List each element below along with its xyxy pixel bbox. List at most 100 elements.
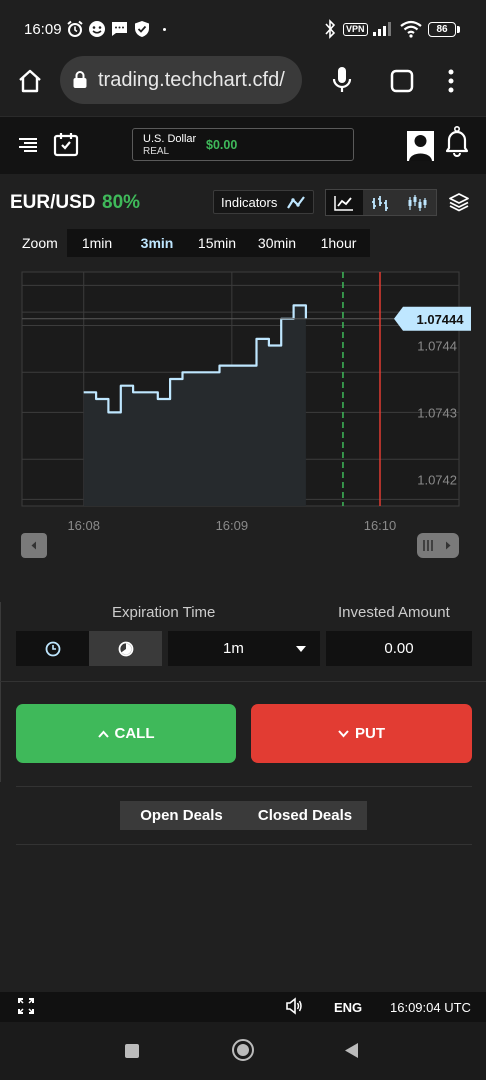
x-tick-label: 16:10 xyxy=(364,518,397,533)
cell-signal-icon xyxy=(373,22,391,36)
x-tick-label: 16:09 xyxy=(216,518,249,533)
y-tick-label: 1.0743 xyxy=(417,405,457,420)
drag-handle-icon xyxy=(423,540,433,551)
bluetooth-icon xyxy=(325,19,336,39)
zoom-options: 1min 3min 15min 30min 1hour xyxy=(67,229,370,257)
indicators-button[interactable]: Indicators xyxy=(213,190,314,214)
chart-type-candles[interactable] xyxy=(399,190,436,215)
tab-open-deals[interactable]: Open Deals xyxy=(120,801,243,830)
deals-tabs: Open Deals Closed Deals xyxy=(120,801,367,830)
tabs-icon[interactable] xyxy=(390,69,414,93)
more-menu-icon[interactable] xyxy=(446,68,456,94)
recents-button[interactable] xyxy=(125,1044,139,1058)
y-tick-label: 1.0742 xyxy=(417,472,457,487)
indicators-label: Indicators xyxy=(221,195,278,210)
back-button[interactable] xyxy=(344,1042,359,1059)
chart-type-selector xyxy=(325,189,437,216)
layers-icon[interactable] xyxy=(448,192,470,212)
expiry-mode-clock[interactable] xyxy=(16,631,89,666)
chart-type-line[interactable] xyxy=(326,190,363,215)
chevron-down-small-icon xyxy=(338,729,349,737)
invested-amount-label: Invested Amount xyxy=(338,604,450,621)
arrow-left-icon xyxy=(31,541,36,550)
zoom-option-1hour[interactable]: 1hour xyxy=(307,229,370,257)
zoom-option-15min[interactable]: 15min xyxy=(187,229,247,257)
lock-icon xyxy=(73,71,87,88)
vpn-badge: VPN xyxy=(343,23,368,36)
trading-panel: EUR/USD 80% Indicators Zoom 1min 3min 15… xyxy=(0,174,486,992)
account-balance: $0.00 xyxy=(206,138,238,152)
wifi-icon xyxy=(400,20,422,38)
section-divider xyxy=(0,681,486,682)
call-button[interactable]: CALL xyxy=(16,704,236,763)
chart-scroll-handle[interactable] xyxy=(417,533,459,558)
current-price-label: 1.07444 xyxy=(417,312,465,327)
deals-divider-bottom xyxy=(16,844,472,845)
battery-tip xyxy=(457,26,460,33)
user-icon xyxy=(409,135,432,161)
deals-divider-top xyxy=(16,786,472,787)
account-type: REAL xyxy=(143,146,170,157)
duration-select[interactable]: 1m xyxy=(168,631,320,666)
bell-icon[interactable] xyxy=(446,126,468,158)
browser-toolbar: trading.techchart.cfd/ xyxy=(0,56,486,116)
account-selector[interactable]: U.S. Dollar REAL $0.00 xyxy=(132,128,354,161)
duration-value: 1m xyxy=(223,640,244,657)
tab-closed-deals[interactable]: Closed Deals xyxy=(243,801,367,830)
fullscreen-icon[interactable] xyxy=(18,998,34,1014)
battery-icon: 86 xyxy=(428,22,456,37)
account-currency: U.S. Dollar xyxy=(143,133,197,145)
shield-icon xyxy=(135,21,149,37)
home-icon[interactable] xyxy=(17,69,43,93)
asset-pair[interactable]: EUR/USD xyxy=(10,192,96,214)
battery-level: 86 xyxy=(436,24,448,35)
put-button[interactable]: PUT xyxy=(251,704,472,763)
expiration-time-label: Expiration Time xyxy=(112,604,216,621)
y-tick-label: 1.0744 xyxy=(417,339,457,354)
call-label: CALL xyxy=(114,725,155,742)
status-time: 16:09 xyxy=(24,21,62,38)
amount-value: 0.00 xyxy=(384,640,414,657)
notification-dot-icon xyxy=(163,28,166,31)
menu-icon[interactable] xyxy=(19,137,39,153)
emoji-app-icon xyxy=(89,21,105,37)
line-chart-icon xyxy=(334,195,354,211)
sound-icon[interactable] xyxy=(285,997,303,1015)
price-chart[interactable]: 16:08 16:09 16:10 1.0744 1.0743 1.0742 1.07444 xyxy=(0,264,486,564)
expiry-mode-timer[interactable] xyxy=(89,631,162,666)
arrow-right-icon xyxy=(446,541,451,550)
indicator-wave-icon xyxy=(287,196,305,209)
ohlc-bars-icon xyxy=(372,195,388,211)
chevron-up-icon xyxy=(97,730,109,738)
system-nav-bar xyxy=(0,1022,486,1080)
zoom-option-1min[interactable]: 1min xyxy=(67,229,127,257)
clock-icon xyxy=(45,641,60,656)
asset-payout: 80% xyxy=(102,192,141,213)
candlestick-icon xyxy=(408,194,427,211)
chart-type-bars[interactable] xyxy=(363,190,400,215)
app-header: U.S. Dollar REAL $0.00 xyxy=(0,116,486,174)
avatar[interactable] xyxy=(407,131,434,161)
url-field[interactable]: trading.techchart.cfd/ xyxy=(60,56,302,104)
chart-scroll-left-button[interactable] xyxy=(21,533,47,558)
amount-input[interactable]: 0.00 xyxy=(326,631,472,666)
zoom-option-3min[interactable]: 3min xyxy=(127,229,187,257)
app-footer: ENG 16:09:04 UTC xyxy=(0,992,486,1022)
message-icon xyxy=(112,22,127,36)
put-label: PUT xyxy=(355,725,385,742)
microphone-icon[interactable] xyxy=(332,66,352,94)
deposit-icon[interactable] xyxy=(53,131,79,157)
zoom-option-30min[interactable]: 30min xyxy=(247,229,307,257)
alarm-icon xyxy=(67,20,83,37)
timer-icon xyxy=(118,641,133,656)
server-clock: 16:09:04 UTC xyxy=(390,1000,471,1015)
language-selector[interactable]: ENG xyxy=(334,1000,362,1015)
url-text: trading.techchart.cfd/ xyxy=(98,69,285,91)
zoom-label: Zoom xyxy=(22,235,58,251)
status-bar: 16:09 VPN 86 xyxy=(0,0,486,60)
home-button-inner xyxy=(237,1044,249,1056)
chevron-down-icon xyxy=(296,646,306,652)
trade-divider-left xyxy=(0,602,1,782)
expiry-mode-toggle xyxy=(16,631,162,666)
x-tick-label: 16:08 xyxy=(67,518,100,533)
